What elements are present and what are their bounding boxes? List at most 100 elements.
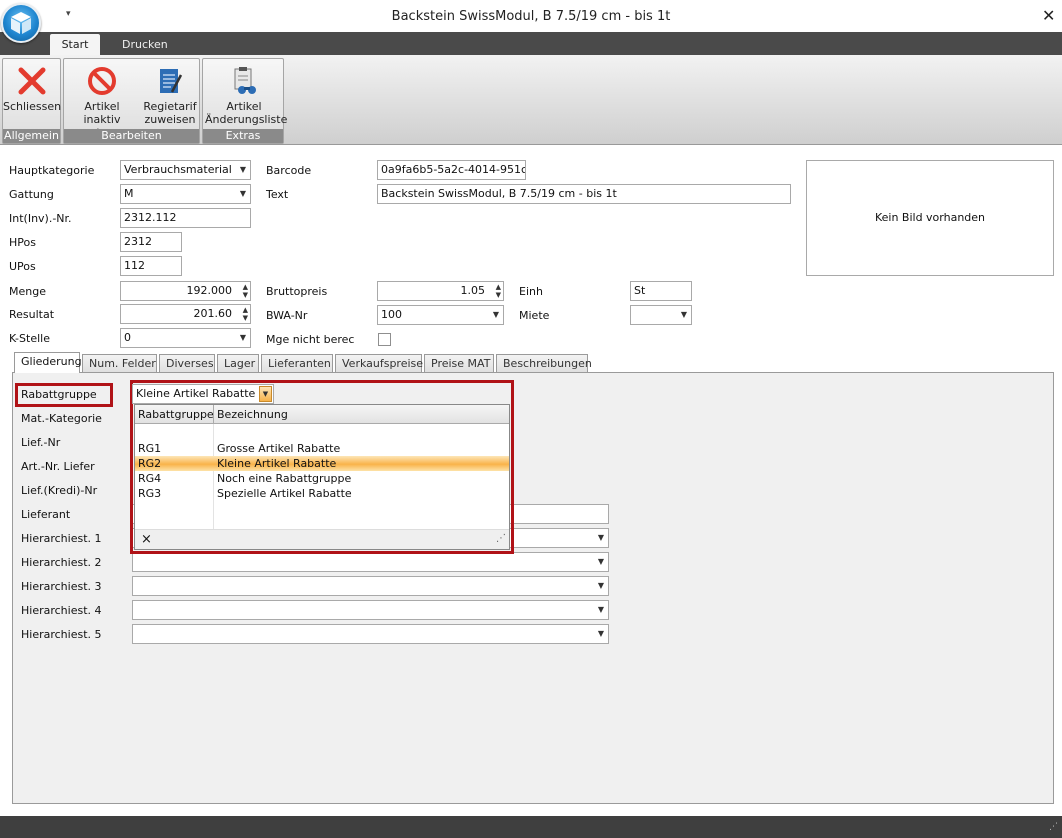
spin-updown-icon[interactable]: ▲ ▼ (496, 283, 501, 299)
window-title: Backstein SwissModul, B 7.5/19 cm - bis … (391, 9, 671, 24)
red-x-icon (18, 67, 45, 95)
tab-verkaufspreise[interactable]: Verkaufspreise (335, 354, 423, 373)
hierarchiest-2-combo[interactable]: ▼ (132, 552, 609, 572)
mge-nicht-label: Mge nicht berec (266, 333, 355, 346)
close-button-label: Schliessen (3, 100, 62, 113)
chevron-down-icon[interactable]: ▼ (598, 601, 604, 619)
highlight-box-dropdown (130, 380, 514, 554)
barcode-label: Barcode (266, 164, 312, 177)
hierarchiest-3-combo[interactable]: ▼ (132, 576, 609, 596)
barcode-input[interactable]: 0a9fa6b5-5a2c-4014-951c-cb (377, 160, 526, 180)
resultat-input[interactable]: 201.60 ▲ ▼ (120, 304, 251, 324)
ribbon-group-allgemein: Schliessen Allgemein (2, 58, 61, 144)
rabattgruppe-combo[interactable]: Kleine Artikel Rabatte ▼ (132, 384, 274, 404)
text-input[interactable]: Backstein SwissModul, B 7.5/19 cm - bis … (377, 184, 791, 204)
kstelle-combo[interactable]: 0 ▼ (120, 328, 251, 348)
ribbon-group-bearbeiten: Artikel inaktiv setzen Regietarif zuweis… (63, 58, 200, 144)
upos-input[interactable]: 112 (120, 256, 182, 276)
tab-diverses[interactable]: Diverses (159, 354, 215, 373)
close-window-button[interactable]: ✕ (1042, 6, 1055, 25)
chevron-down-icon[interactable]: ▼ (493, 306, 499, 324)
assign-tariff-label-1: Regietarif (143, 100, 197, 113)
bruttopreis-input[interactable]: 1.05 ▲ ▼ (377, 281, 504, 301)
clipboard-binoculars-icon (234, 67, 256, 94)
tab-lager[interactable]: Lager (217, 354, 259, 373)
chevron-down-icon[interactable]: ▼ (681, 306, 687, 324)
menge-label: Menge (9, 285, 46, 298)
hpos-input[interactable]: 2312 (120, 232, 182, 252)
article-picture[interactable]: Kein Bild vorhanden (806, 160, 1054, 276)
resultat-value: 201.60 (193, 307, 233, 320)
menge-value: 192.000 (186, 284, 233, 297)
bruttopreis-label: Bruttopreis (266, 285, 328, 298)
no-picture-text: Kein Bild vorhanden (874, 211, 986, 224)
hauptkategorie-value: Verbrauchsmaterial (124, 163, 232, 176)
resultat-label: Resultat (9, 308, 55, 321)
spin-updown-icon[interactable]: ▲ ▼ (243, 306, 248, 322)
text-label: Text (266, 188, 289, 201)
art-nr-liefer-label: Art.-Nr. Liefer (21, 460, 95, 473)
tab-beschreibungen[interactable]: Beschreibungen (496, 354, 592, 373)
spin-updown-icon[interactable]: ▲ ▼ (243, 283, 248, 299)
kstelle-value: 0 (124, 331, 131, 344)
change-list-label-1: Artikel (226, 100, 262, 113)
int-nr-label: Int(Inv).-Nr. (9, 212, 72, 225)
status-bar: ⋰ (0, 816, 1062, 838)
miete-combo[interactable]: ▼ (630, 305, 692, 325)
hierarchiest-5-label: Hierarchiest. 5 (21, 628, 102, 641)
chevron-down-icon[interactable]: ▼ (598, 529, 604, 547)
hierarchiest-4-combo[interactable]: ▼ (132, 600, 609, 620)
deactivate-article-button[interactable]: Artikel inaktiv setzen (66, 61, 138, 139)
rabattgruppe-label: Rabattgruppe (21, 388, 97, 401)
miete-label: Miete (519, 309, 550, 322)
tab-num-felder[interactable]: Num. Felder (82, 354, 157, 373)
rabattgruppe-value: Kleine Artikel Rabatte (136, 387, 256, 400)
group-label-allgemein: Allgemein (3, 129, 60, 143)
group-label-bearbeiten: Bearbeiten (64, 129, 199, 143)
chevron-down-icon[interactable]: ▼ (259, 386, 272, 402)
hierarchiest-2-label: Hierarchiest. 2 (21, 556, 102, 569)
app-menu-button[interactable] (1, 3, 41, 43)
assign-tariff-label-2: zuweisen (144, 113, 196, 126)
close-button[interactable]: Schliessen (3, 61, 62, 127)
bwa-nr-label: BWA-Nr (266, 309, 308, 322)
window-resize-grip-icon[interactable]: ⋰ (1049, 822, 1058, 832)
cube-icon (11, 12, 31, 34)
change-list-button[interactable]: Artikel Änderungsliste (205, 61, 287, 127)
tab-preise-mat[interactable]: Preise MAT (424, 354, 494, 373)
chevron-down-icon[interactable]: ▼ (598, 625, 604, 643)
int-nr-input[interactable]: 2312.112 (120, 208, 251, 228)
bruttopreis-value: 1.05 (460, 284, 486, 297)
hierarchiest-3-label: Hierarchiest. 3 (21, 580, 102, 593)
hauptkategorie-label: Hauptkategorie (9, 164, 95, 177)
hierarchiest-4-label: Hierarchiest. 4 (21, 604, 102, 617)
menge-input[interactable]: 192.000 ▲ ▼ (120, 281, 251, 301)
lieferant-label: Lieferant (21, 508, 71, 521)
tab-lieferanten[interactable]: Lieferanten (261, 354, 333, 373)
tab-gliederung[interactable]: Gliederung (14, 352, 82, 373)
tab-drucken[interactable]: Drucken (110, 34, 180, 55)
chevron-down-icon[interactable]: ▼ (598, 553, 604, 571)
lief-nr-label: Lief.-Nr (21, 436, 61, 449)
prohibited-icon (88, 67, 116, 95)
mat-kategorie-label: Mat.-Kategorie (21, 412, 102, 425)
einh-input[interactable]: St (630, 281, 692, 301)
tab-start[interactable]: Start (50, 34, 100, 55)
ribbon-group-extras: Artikel Änderungsliste Extras (202, 58, 287, 144)
upos-label: UPos (9, 260, 36, 273)
hauptkategorie-combo[interactable]: Verbrauchsmaterial ▼ (120, 160, 251, 180)
gattung-combo[interactable]: M ▼ (120, 184, 251, 204)
change-list-label-2: Änderungsliste (205, 113, 288, 126)
gattung-label: Gattung (9, 188, 54, 201)
chevron-down-icon[interactable]: ▼ (240, 329, 246, 347)
assign-tariff-button[interactable]: Regietarif zuweisen (142, 61, 198, 127)
mge-nicht-checkbox[interactable] (378, 333, 391, 346)
notepad-pencil-icon (160, 69, 183, 93)
chevron-down-icon[interactable]: ▼ (240, 161, 246, 179)
kstelle-label: K-Stelle (9, 332, 50, 345)
chevron-down-icon[interactable]: ▼ (598, 577, 604, 595)
bwa-nr-combo[interactable]: 100 ▼ (377, 305, 504, 325)
einh-label: Einh (519, 285, 543, 298)
chevron-down-icon[interactable]: ▼ (240, 185, 246, 203)
hierarchiest-5-combo[interactable]: ▼ (132, 624, 609, 644)
